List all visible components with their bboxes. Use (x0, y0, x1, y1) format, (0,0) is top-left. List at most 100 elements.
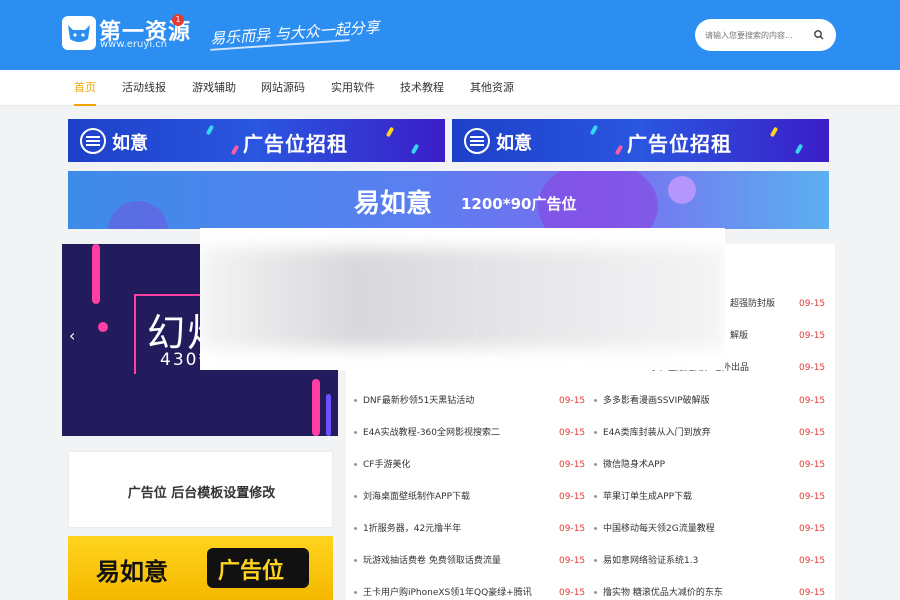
ad-logo-text: 如意 (496, 133, 532, 154)
article-title: DNF最新秒领51天黑钻活动 (363, 396, 475, 406)
decor-dash (230, 144, 240, 156)
bullet-icon (594, 431, 597, 434)
decor-dash (205, 124, 215, 136)
ruyi-logo-icon (464, 128, 490, 154)
article-date: 09-15 (559, 588, 586, 598)
logo-badge: 1 (172, 14, 184, 26)
list-item[interactable]: 撸实物 糖滚优品大减价的东东 (594, 583, 723, 600)
list-item[interactable]: 苹果订单生成APP下载 (594, 487, 692, 507)
article-date: 09-15 (799, 331, 826, 341)
ad-rent-text: 广告位招租 (627, 132, 732, 156)
list-item[interactable]: 玩游戏抽话费卷 免费领取话费流量 (354, 551, 501, 571)
bullet-icon (354, 591, 357, 594)
article-title: 超强防封版 (730, 299, 776, 309)
article-date: 09-15 (559, 556, 586, 566)
decor-bar (92, 244, 100, 304)
ad-yellow-brand: 易如意 (96, 558, 168, 586)
article-date: 09-15 (799, 492, 826, 502)
blur-smear (200, 248, 725, 348)
logo-icon[interactable] (62, 16, 96, 50)
article-title: 刘海桌面壁纸制作APP下载 (363, 492, 471, 502)
ad-banner-top-right[interactable]: 如意 广告位招租 (452, 119, 829, 162)
decor-bar (326, 394, 331, 436)
ad-logo-text: 如意 (112, 133, 148, 154)
ad-banner-yellow[interactable]: 易如意 广告位 (68, 536, 333, 600)
article-date: 09-15 (799, 396, 826, 406)
bullet-icon (594, 463, 597, 466)
decor-dash (614, 144, 624, 156)
ad-banner-wide[interactable]: 易如意 1200*90广告位 (68, 171, 829, 229)
decor-dot (98, 322, 108, 332)
article-title: 中国移动每天领2G流量教程 (603, 524, 715, 534)
logo-url: www.eruyi.cn (100, 39, 168, 50)
nav-item-tutorials[interactable]: 技术教程 (400, 70, 444, 106)
nav-item-other[interactable]: 其他资源 (470, 70, 514, 106)
decor-circle (668, 176, 696, 204)
decor-dash (410, 143, 420, 155)
list-item[interactable]: E4A实战教程-360全网影视搜索二 (354, 423, 500, 443)
slider-prev-icon[interactable]: ‹ (69, 326, 75, 345)
article-title: 解版 (730, 331, 749, 341)
article-date: 09-15 (559, 492, 586, 502)
list-item[interactable]: 王卡用户购iPhoneXS领1年QQ豪绿+腾讯 (354, 583, 532, 600)
bullet-icon (594, 559, 597, 562)
ad-wide-brand: 易如意 (354, 189, 433, 219)
bullet-icon (594, 527, 597, 530)
list-item[interactable]: 多多影看漫画SSVIP破解版 (594, 391, 710, 411)
article-title: 撸实物 糖滚优品大减价的东东 (603, 588, 723, 598)
list-item[interactable]: 超强防封版 (730, 294, 775, 314)
article-date: 09-15 (799, 299, 826, 309)
nav-item-source-code[interactable]: 网站源码 (261, 70, 305, 106)
list-item[interactable]: 刘海桌面壁纸制作APP下载 (354, 487, 470, 507)
site-header: 第一资源 1 www.eruyi.cn 易乐而异 与大众一起分享 (0, 0, 900, 70)
article-title: 苹果订单生成APP下载 (603, 492, 693, 502)
article-title: 1折服务器，42元撸半年 (363, 524, 462, 534)
decor-bar (312, 379, 320, 436)
list-item[interactable]: 1折服务器，42元撸半年 (354, 519, 461, 539)
article-title: 玩游戏抽话费卷 免费领取话费流量 (363, 556, 501, 566)
list-item[interactable]: CF手游美化 (354, 455, 410, 475)
article-date: 09-15 (559, 524, 586, 534)
nav-item-home[interactable]: 首页 (74, 70, 96, 106)
search-box (695, 19, 836, 51)
list-item[interactable]: 中国移动每天领2G流量教程 (594, 519, 715, 539)
bullet-icon (354, 559, 357, 562)
article-title: E4A实战教程-360全网影视搜索二 (363, 428, 500, 438)
list-item[interactable]: E4A类库封装从入门到放弃 (594, 423, 711, 443)
ruyi-logo-icon (80, 128, 106, 154)
nav-item-activities[interactable]: 活动线报 (122, 70, 166, 106)
ad-yellow-tag-text: 广告位 (218, 559, 285, 584)
article-title: CF手游美化 (363, 460, 411, 470)
list-item[interactable]: 微信隐身术APP (594, 455, 665, 475)
ad-rent-text: 广告位招租 (243, 132, 348, 156)
bullet-icon (354, 463, 357, 466)
article-date: 09-15 (799, 524, 826, 534)
bullet-icon (594, 591, 597, 594)
article-date: 09-15 (799, 556, 826, 566)
article-title: 王卡用户购iPhoneXS领1年QQ豪绿+腾讯 (363, 588, 532, 598)
nav-item-software[interactable]: 实用软件 (331, 70, 375, 106)
list-item[interactable]: 易如意网络验证系统1.3 (594, 551, 698, 571)
bullet-icon (594, 495, 597, 498)
article-date: 09-15 (799, 588, 826, 598)
ad-banner-top-left[interactable]: 如意 广告位招租 (68, 119, 445, 162)
search-input[interactable] (705, 25, 810, 45)
bullet-icon (354, 431, 357, 434)
bullet-icon (354, 495, 357, 498)
nav-item-game-tools[interactable]: 游戏辅助 (192, 70, 236, 106)
article-date: 09-15 (799, 428, 826, 438)
list-item[interactable]: 解版 (730, 326, 748, 346)
ad-side-box[interactable]: 广告位 后台模板设置修改 (68, 451, 333, 528)
ad-wide-size: 1200*90广告位 (461, 195, 577, 213)
article-title: E4A类库封装从入门到放弃 (603, 428, 711, 438)
list-item[interactable]: DNF最新秒领51天黑钻活动 (354, 391, 474, 411)
decor-dash (385, 126, 395, 138)
article-date: 09-15 (559, 428, 586, 438)
article-date: 09-15 (799, 460, 826, 470)
article-date: 09-15 (559, 396, 586, 406)
bullet-icon (594, 399, 597, 402)
search-icon[interactable] (813, 29, 825, 41)
decor-dash (589, 124, 599, 136)
decor-dash (794, 143, 804, 155)
article-date: 09-15 (559, 460, 586, 470)
